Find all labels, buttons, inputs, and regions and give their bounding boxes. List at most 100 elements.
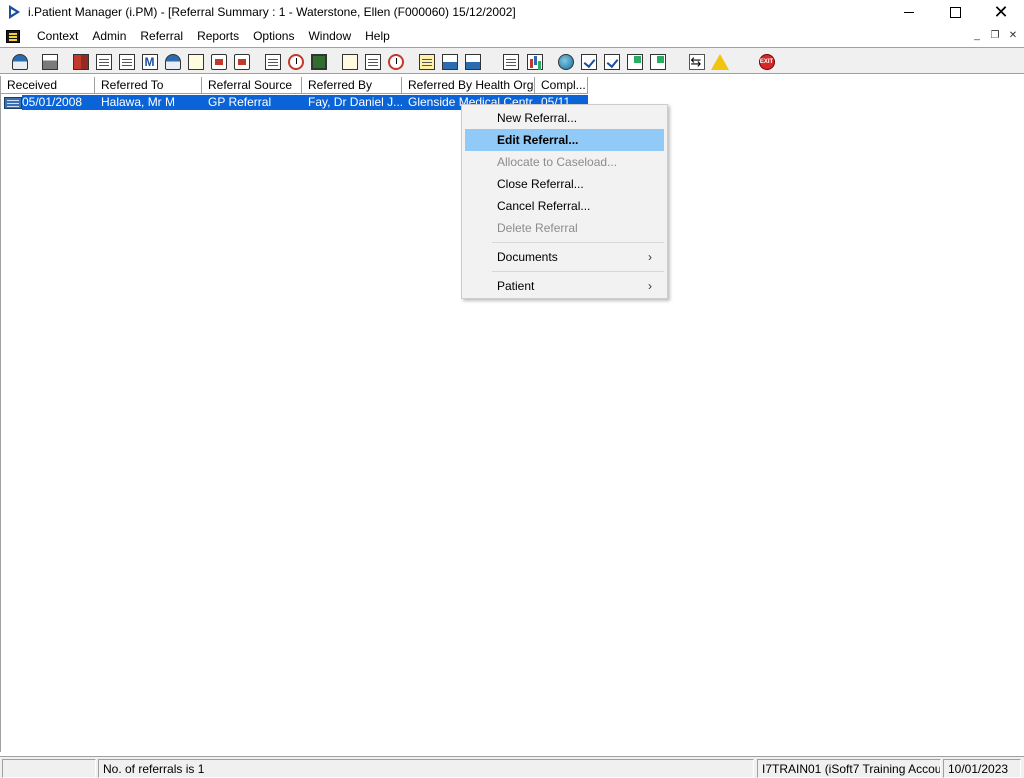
menu-item-new-referral[interactable]: New Referral... — [465, 107, 664, 129]
menu-options[interactable]: Options — [246, 26, 301, 46]
menu-context[interactable]: Context — [30, 26, 85, 46]
blank-document-icon — [502, 53, 519, 70]
status-pane-blank — [2, 759, 96, 778]
transfer-alt-button[interactable] — [647, 51, 668, 72]
approve-icon — [603, 53, 620, 70]
bed-icon — [441, 53, 458, 70]
print-button[interactable] — [39, 51, 60, 72]
clock-icon — [287, 53, 304, 70]
exit-icon: EXIT — [758, 53, 775, 70]
card-list-button[interactable] — [362, 51, 383, 72]
document-window-icon[interactable] — [6, 29, 20, 43]
menu-item-label: Close Referral... — [497, 177, 584, 191]
close-button[interactable]: ✕ — [978, 0, 1024, 24]
m-button[interactable]: M — [139, 51, 160, 72]
menu-separator — [492, 271, 664, 272]
transfer-green-icon — [626, 53, 643, 70]
status-date: 10/01/2023 — [943, 759, 1021, 778]
referral-edit-icon — [95, 53, 112, 70]
monitor-icon — [310, 53, 327, 70]
admission-button[interactable] — [462, 51, 483, 72]
approve-button[interactable] — [601, 51, 622, 72]
globe-button[interactable] — [555, 51, 576, 72]
menu-reports[interactable]: Reports — [190, 26, 246, 46]
menu-item-label: Delete Referral — [497, 221, 578, 235]
status-referral-count: No. of referrals is 1 — [98, 759, 754, 778]
admission-icon — [464, 53, 481, 70]
menu-item-patient[interactable]: Patient › — [465, 275, 664, 297]
checklist-button[interactable] — [578, 51, 599, 72]
minimize-button[interactable] — [886, 0, 932, 24]
swap-arrows-button[interactable] — [686, 51, 707, 72]
menu-referral[interactable]: Referral — [133, 26, 190, 46]
referral-row-icon — [4, 96, 22, 109]
ticket-alt-button[interactable] — [231, 51, 252, 72]
menu-item-documents[interactable]: Documents › — [465, 246, 664, 268]
search-doc-button[interactable] — [262, 51, 283, 72]
mdi-minimize-button[interactable]: _ — [970, 29, 984, 42]
book-icon — [72, 53, 89, 70]
document-search-button[interactable] — [116, 51, 137, 72]
ticket-icon — [210, 53, 227, 70]
globe-icon — [557, 53, 574, 70]
window-title: i.Patient Manager (i.PM) - [Referral Sum… — [28, 5, 516, 19]
list-header: Received Referred To Referral Source Ref… — [1, 77, 588, 94]
notes-icon — [187, 53, 204, 70]
checklist-icon — [580, 53, 597, 70]
warning-icon — [710, 53, 729, 70]
column-received[interactable]: Received — [1, 77, 95, 94]
speedometer-button[interactable] — [385, 51, 406, 72]
referral-edit-button[interactable] — [93, 51, 114, 72]
notes-button[interactable] — [185, 51, 206, 72]
note-yellow-button[interactable] — [416, 51, 437, 72]
column-referred-to[interactable]: Referred To — [95, 77, 202, 94]
printer-icon — [41, 53, 58, 70]
book-button[interactable] — [70, 51, 91, 72]
ticket-button[interactable] — [208, 51, 229, 72]
bed-button[interactable] — [439, 51, 460, 72]
menu-item-label: New Referral... — [497, 111, 578, 125]
column-referred-by[interactable]: Referred By — [302, 77, 402, 94]
id-card-icon — [341, 53, 358, 70]
search-doc-icon — [264, 53, 281, 70]
bar-chart-button[interactable] — [524, 51, 545, 72]
menu-item-close-referral[interactable]: Close Referral... — [465, 173, 664, 195]
speedometer-icon — [387, 53, 404, 70]
menu-admin[interactable]: Admin — [85, 26, 133, 46]
column-completed[interactable]: Compl... — [535, 77, 588, 94]
column-referral-source[interactable]: Referral Source — [202, 77, 302, 94]
toolbar: M EXIT — [0, 47, 1024, 74]
mdi-restore-button[interactable]: ❐ — [988, 29, 1002, 42]
monitor-button[interactable] — [308, 51, 329, 72]
menu-bar: Context Admin Referral Reports Options W… — [0, 26, 1024, 46]
m-icon: M — [141, 53, 158, 70]
menu-item-label: Cancel Referral... — [497, 199, 591, 213]
menu-help[interactable]: Help — [358, 26, 397, 46]
cell-referred-by: Fay, Dr Daniel J... — [308, 95, 404, 109]
menu-item-label: Patient — [497, 279, 535, 293]
menu-item-label: Allocate to Caseload... — [497, 155, 618, 169]
mdi-close-button[interactable]: ✕ — [1006, 29, 1020, 42]
blank-document-button[interactable] — [500, 51, 521, 72]
id-card-button[interactable] — [339, 51, 360, 72]
transfer-green-button[interactable] — [624, 51, 645, 72]
chevron-right-icon: › — [648, 250, 652, 264]
column-health-org[interactable]: Referred By Health Org. — [402, 77, 535, 94]
clock-button[interactable] — [285, 51, 306, 72]
warning-button[interactable] — [709, 51, 730, 72]
swap-arrows-icon — [688, 53, 705, 70]
ticket-alt-icon — [233, 53, 250, 70]
patient-button[interactable] — [9, 51, 30, 72]
maximize-button[interactable] — [932, 0, 978, 24]
clinician-button[interactable] — [162, 51, 183, 72]
menu-item-cancel-referral[interactable]: Cancel Referral... — [465, 195, 664, 217]
menu-item-edit-referral[interactable]: Edit Referral... — [465, 129, 664, 151]
card-list-icon — [364, 53, 381, 70]
menu-separator — [492, 242, 664, 243]
window-controls: ✕ — [886, 0, 1024, 24]
app-logo-icon[interactable] — [8, 5, 22, 19]
status-account: I7TRAIN01 (iSoft7 Training Account) — [757, 759, 941, 778]
menu-item-delete-referral: Delete Referral — [465, 217, 664, 239]
exit-button[interactable]: EXIT — [756, 51, 777, 72]
menu-window[interactable]: Window — [301, 26, 358, 46]
